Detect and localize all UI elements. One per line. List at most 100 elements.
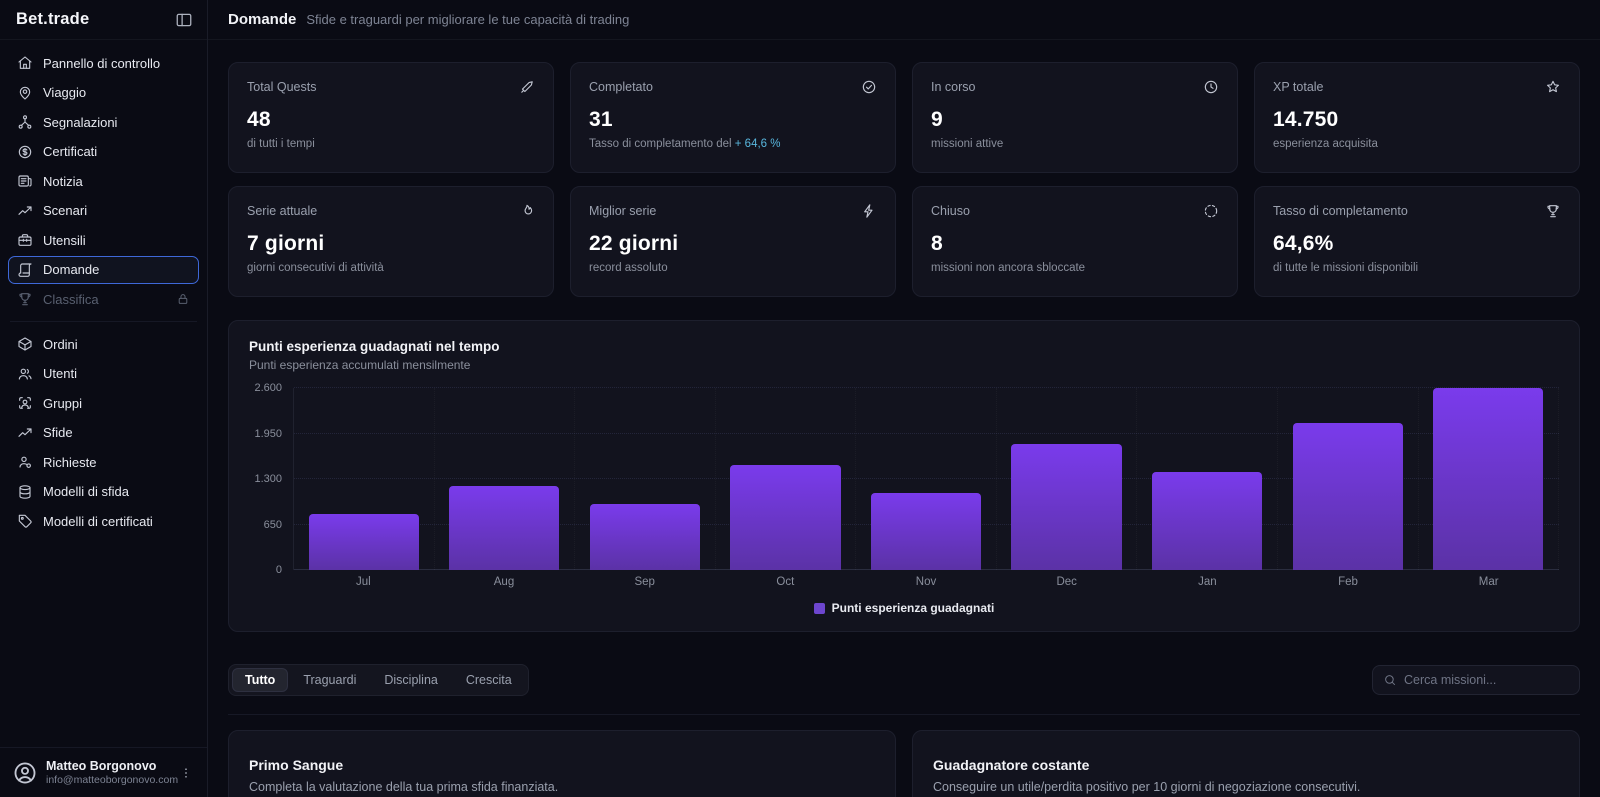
- stat-card-completato: Completato 31 Tasso di completamento del +…: [570, 62, 896, 173]
- sidebar-item-label: Notizia: [43, 173, 83, 189]
- sidebar-item-label: Scenari: [43, 203, 88, 218]
- y-tick-label: 1.950: [254, 427, 282, 440]
- sidebar-toggle-button[interactable]: [173, 9, 195, 31]
- search-missions-input[interactable]: [1372, 665, 1580, 695]
- stat-card-serie-attuale: Serie attuale 7 giorni giorni consecutivi …: [228, 186, 554, 297]
- sidebar-item-modelli-di-sfida[interactable]: Modelli di sfida: [8, 478, 199, 506]
- tab-traguardi[interactable]: Traguardi: [290, 668, 369, 692]
- database-icon: [17, 484, 33, 500]
- stat-value: 14.750: [1273, 108, 1339, 131]
- tab-disciplina[interactable]: Disciplina: [371, 668, 451, 692]
- quest-card-primo-sangue[interactable]: Primo Sangue Completa la valutazione dell…: [228, 730, 896, 797]
- stat-caption-accent: + 64,6 %: [731, 138, 781, 150]
- main-area: Domande Sfide e traguardi per migliorare…: [208, 0, 1600, 797]
- toolbox-icon: [17, 232, 33, 248]
- sidebar-nav: Pannello di controllo Viaggio Segnalazioni…: [0, 40, 207, 747]
- stat-card-miglior-serie: Miglior serie 22 giorni record assoluto: [570, 186, 896, 297]
- sidebar-item-utensili[interactable]: Utensili: [8, 226, 199, 254]
- sidebar-item-label: Classifica: [43, 291, 99, 307]
- filter-row: Tutto Traguardi Disciplina Crescita: [228, 664, 1580, 696]
- bars-layer: [294, 388, 1560, 570]
- sidebar-item-ordini[interactable]: Ordini: [8, 330, 199, 358]
- stat-caption: di tutti i tempi: [247, 138, 315, 150]
- sidebar-item-richieste[interactable]: Richieste: [8, 448, 199, 476]
- bar-jan: [1152, 472, 1263, 570]
- sidebar-item-classifica[interactable]: Classifica: [8, 285, 199, 313]
- stat-card-chiuso: Chiuso 8 missioni non ancora sbloccate: [912, 186, 1238, 297]
- sidebar-item-label: Utensili: [43, 232, 86, 248]
- stat-card-header: In corso: [931, 79, 1219, 95]
- tab-crescita[interactable]: Crescita: [453, 668, 525, 692]
- sidebar-item-certificati[interactable]: Certificati: [8, 138, 199, 166]
- quest-card-guadagnatore-costante[interactable]: Guadagnatore costante Conseguire un utile…: [912, 730, 1580, 797]
- sidebar-item-pannello-di-controllo[interactable]: Pannello di controllo: [8, 49, 199, 77]
- stat-label: Tasso di completamento: [1273, 204, 1408, 218]
- sidebar-item-label: Richieste: [43, 454, 97, 470]
- sidebar-item-domande[interactable]: Domande: [8, 255, 199, 284]
- clock-icon: [1203, 79, 1219, 95]
- chart-plot: [293, 387, 1560, 570]
- y-tick-label: 650: [263, 518, 282, 531]
- bar-slot-aug: [435, 388, 576, 570]
- sidebar-item-label: Domande: [43, 262, 100, 277]
- x-tick-label: Nov: [915, 576, 937, 588]
- user-menu[interactable]: Matteo Borgonovo info@matteoborgonovo.co…: [0, 747, 207, 797]
- bar-jul: [308, 514, 419, 570]
- sidebar-item-label: Segnalazioni: [43, 114, 118, 130]
- sidebar-item-scenari[interactable]: Scenari: [8, 197, 199, 225]
- chart-plot-wrap: Jul Aug Sep Oct Nov Dec Jan Feb Mar: [293, 387, 1560, 588]
- avatar-icon: [12, 760, 38, 786]
- map-pin-icon: [17, 85, 33, 101]
- star-icon: [1545, 79, 1561, 95]
- search-icon: [1383, 673, 1397, 687]
- sidebar-item-label: Utenti: [43, 366, 77, 381]
- content: Total Quests 48 di tutti i tempi Completato…: [208, 40, 1600, 797]
- user-round-icon: [17, 454, 33, 470]
- trophy-icon: [17, 291, 33, 307]
- stat-label: Miglior serie: [589, 204, 657, 218]
- app-window: Bet.trade Pannello di controllo Viaggio Se…: [0, 0, 1600, 797]
- sidebar-item-gruppi[interactable]: Gruppi: [8, 389, 199, 417]
- sidebar-item-utenti[interactable]: Utenti: [8, 360, 199, 388]
- sidebar-item-label: Sfide: [43, 425, 73, 440]
- chart-x-axis: Jul Aug Sep Oct Nov Dec Jan Feb Mar: [293, 576, 1559, 588]
- check-circle-icon: [861, 79, 877, 95]
- user-name: Matteo Borgonovo: [46, 759, 157, 773]
- sidebar-item-label: Modelli di certificati: [43, 513, 153, 529]
- stat-caption: missioni non ancora sbloccate: [931, 262, 1086, 274]
- chart-title: Punti esperienza guadagnati nel tempo: [249, 339, 500, 354]
- user-more-button[interactable]: [177, 764, 195, 782]
- x-tick-label: Mar: [1478, 576, 1499, 588]
- chart-legend: Punti esperienza guadagnati: [249, 601, 1559, 615]
- sidebar-item-modelli-di-certificati[interactable]: Modelli di certificati: [8, 507, 199, 535]
- bar-slot-jul: [294, 388, 435, 570]
- sidebar-item-viaggio[interactable]: Viaggio: [8, 79, 199, 107]
- stat-card-header: Completato: [589, 79, 877, 95]
- stat-caption: missioni attive: [931, 138, 1004, 150]
- sidebar-item-segnalazioni[interactable]: Segnalazioni: [8, 108, 199, 136]
- stat-card-header: Miglior serie: [589, 203, 877, 219]
- sidebar-item-sfide[interactable]: Sfide: [8, 419, 199, 447]
- search-input[interactable]: [1404, 673, 1569, 687]
- stat-card-header: Serie attuale: [247, 203, 535, 219]
- xp-chart-card: Punti esperienza guadagnati nel tempo Pu…: [228, 320, 1580, 632]
- bar-slot-dec: [997, 388, 1138, 570]
- stat-value: 64,6%: [1273, 232, 1334, 255]
- quest-filter-tabs: Tutto Traguardi Disciplina Crescita: [228, 664, 529, 696]
- page-title: Domande: [228, 11, 297, 28]
- app-logo: Bet.trade: [16, 10, 90, 28]
- tab-tutto[interactable]: Tutto: [232, 668, 289, 692]
- package-icon: [17, 336, 33, 352]
- bar-slot-nov: [856, 388, 997, 570]
- page-subtitle: Sfide e traguardi per migliorare le tue …: [306, 12, 630, 27]
- quest-description: Conseguire un utile/perdita positivo per…: [933, 780, 1361, 794]
- dashed-circle-icon: [1203, 203, 1219, 219]
- x-tick-label: Oct: [776, 576, 795, 588]
- sidebar-item-notizia[interactable]: Notizia: [8, 167, 199, 195]
- stat-card-xp-totale: XP totale 14.750 esperienza acquisita: [1254, 62, 1580, 173]
- sidebar-item-label: Ordini: [43, 336, 78, 352]
- y-tick-label: 2.600: [254, 382, 282, 394]
- legend-swatch: [813, 602, 825, 614]
- y-tick-label: 0: [275, 564, 282, 576]
- home-icon: [17, 55, 33, 71]
